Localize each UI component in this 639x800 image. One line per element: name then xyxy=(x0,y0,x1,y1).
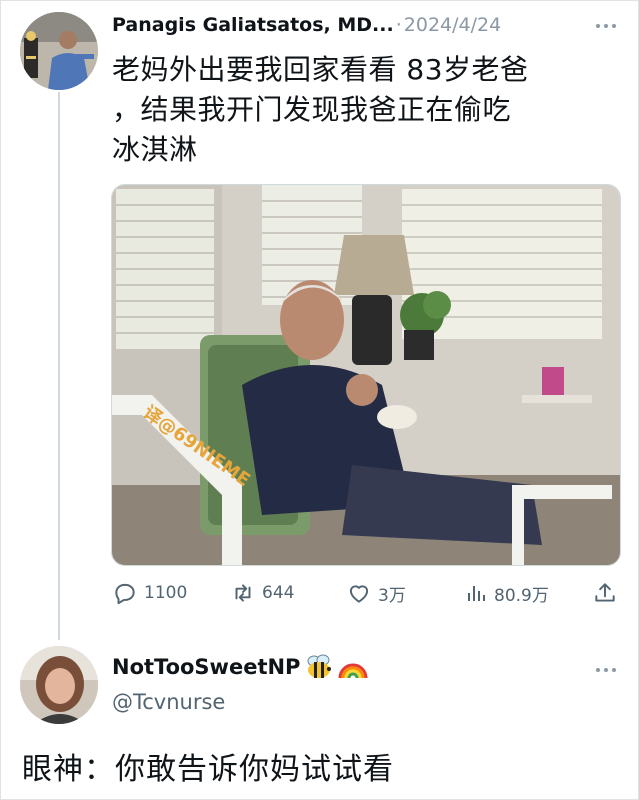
views-button[interactable]: 80.9万 xyxy=(464,578,549,608)
reply-author-avatar[interactable] xyxy=(20,646,98,724)
reply-author-name[interactable]: NotTooSweetNP xyxy=(112,655,300,679)
view-count: 80.9万 xyxy=(494,585,549,606)
photo-illustration: 译@69NIEME xyxy=(112,185,620,565)
reply-icon xyxy=(115,583,135,605)
header-separator: · xyxy=(395,14,402,36)
share-icon xyxy=(595,583,615,602)
tweet-header: Panagis Galiatsatos, MD... · 2024/4/24 xyxy=(112,10,622,40)
tweet-action-bar: 1100 644 3万 80.9万 xyxy=(112,578,618,608)
avatar-photo xyxy=(20,646,98,724)
more-options-icon[interactable] xyxy=(596,24,616,28)
retweet-button[interactable]: 644 xyxy=(230,578,294,608)
like-count: 3万 xyxy=(378,585,406,606)
tweet-photo[interactable]: 译@69NIEME xyxy=(111,184,621,566)
author-avatar[interactable] xyxy=(20,12,98,90)
reply-count: 1100 xyxy=(144,583,188,603)
thread-connector-line xyxy=(58,92,60,640)
tweet-text: 老妈外出要我回家看看 83岁老爸 ，结果我开门发现我爸正在偷吃 冰淇淋 xyxy=(112,53,529,166)
views-chart-icon xyxy=(468,586,485,601)
tweet-date[interactable]: 2024/4/24 xyxy=(404,14,501,36)
reply-more-options-icon[interactable] xyxy=(596,668,616,672)
like-button[interactable]: 3万 xyxy=(346,578,406,608)
retweet-icon xyxy=(235,584,251,602)
avatar-photo xyxy=(20,12,98,90)
reply-author-name-row: NotTooSweetNP xyxy=(112,654,368,680)
heart-icon xyxy=(349,585,369,603)
author-name[interactable]: Panagis Galiatsatos, MD... xyxy=(112,14,394,36)
reply-author-handle[interactable]: @Tcvnurse xyxy=(112,690,225,714)
retweet-count: 644 xyxy=(262,583,295,603)
reply-button[interactable]: 1100 xyxy=(112,578,187,608)
bee-icon xyxy=(307,654,332,678)
share-button[interactable] xyxy=(592,578,618,608)
reply-text: 眼神：你敢告诉你妈试试看 xyxy=(22,752,394,787)
rainbow-icon xyxy=(338,663,368,679)
